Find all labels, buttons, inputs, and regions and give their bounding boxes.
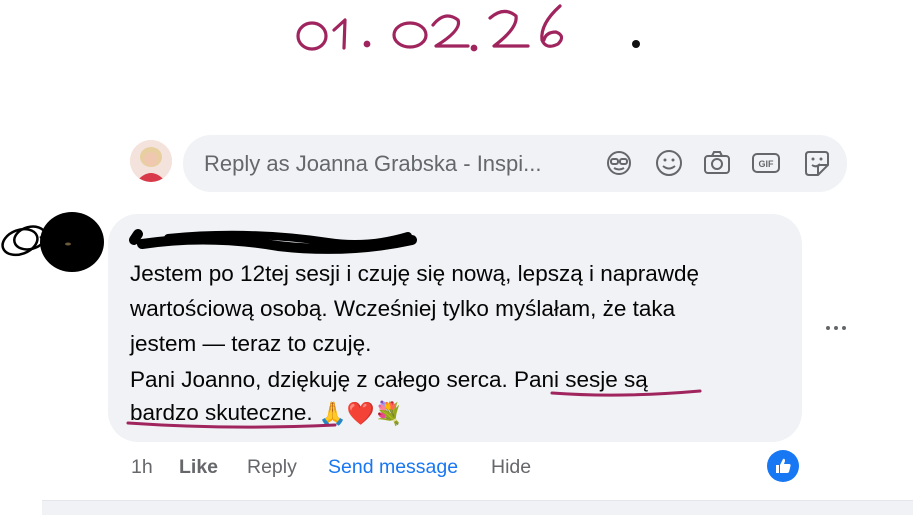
comment-text-line-last: bardzo skuteczne. 🙏❤️💐	[130, 398, 403, 429]
divider	[42, 500, 913, 515]
sticker-icon[interactable]	[801, 148, 833, 178]
comment-text-line: wartościową osobą. Wcześniej tylko myśla…	[130, 296, 676, 321]
heart-emoji: ❤️	[346, 401, 375, 427]
timestamp[interactable]: 1h	[131, 456, 153, 479]
comment-text-line: bardzo skuteczne.	[130, 400, 313, 425]
gif-icon[interactable]: GIF	[750, 148, 782, 178]
handwritten-date-annotation	[290, 0, 670, 60]
emoji-group: 🙏❤️💐	[319, 399, 403, 429]
camera-icon[interactable]	[701, 148, 733, 178]
reply-composer[interactable]: Reply as Joanna Grabska - Inspi... GIF	[183, 135, 847, 192]
gif-label: GIF	[759, 159, 775, 169]
send-message-button[interactable]: Send message	[328, 456, 458, 479]
like-reaction-icon[interactable]	[767, 450, 799, 482]
comment-text-line: Pani Joanno, dziękuję z całego serca. Pa…	[130, 367, 648, 392]
reply-input[interactable]: Reply as Joanna Grabska - Inspi...	[204, 151, 542, 177]
more-options-icon[interactable]	[820, 318, 852, 338]
like-button[interactable]: Like	[179, 456, 218, 479]
folded-hands-emoji: 🙏	[318, 401, 347, 427]
comment-text-line: Jestem po 12tej sesji i czuję się nową, …	[130, 261, 700, 286]
avatar[interactable]	[0, 208, 110, 278]
redacted-author-name	[128, 224, 418, 258]
comment-text-line: jestem — teraz to czuję.	[130, 331, 372, 356]
avatar[interactable]	[130, 140, 172, 182]
emoji-icon[interactable]	[653, 148, 685, 178]
bouquet-emoji: 💐	[374, 401, 403, 427]
sticker-face-icon[interactable]	[603, 148, 635, 178]
reply-button[interactable]: Reply	[247, 456, 297, 479]
hide-button[interactable]: Hide	[491, 456, 531, 479]
